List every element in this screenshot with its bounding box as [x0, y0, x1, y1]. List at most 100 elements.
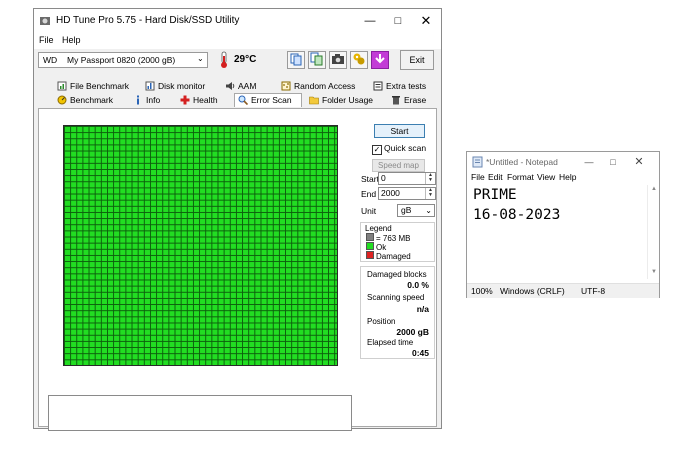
toolbar: WD My Passport 0820 (2000 gB) ⌄ 29°C Exi… [34, 49, 441, 77]
tab-extra-tests[interactable]: Extra tests [370, 80, 436, 93]
notepad-text-area[interactable]: PRIME 16-08-2023 [473, 185, 647, 279]
spinner-arrows-icon[interactable]: ▲ ▼ [425, 173, 435, 184]
drive-name: My Passport 0820 (2000 gB) [67, 55, 176, 65]
notepad-status-bar: 100% Windows (CRLF) UTF-8 [467, 283, 659, 298]
start-field-label: Start [361, 174, 379, 184]
scanning-speed-value: n/a [416, 304, 429, 314]
notepad-maximize-button[interactable]: □ [601, 152, 625, 172]
hdtune-window: HD Tune Pro 5.75 - Hard Disk/SSD Utility… [33, 8, 442, 431]
info-icon [137, 95, 139, 105]
notepad-app-icon [472, 156, 483, 168]
start-button[interactable]: Start [374, 124, 425, 138]
scanning-speed-label: Scanning speed [367, 293, 425, 302]
spinner-arrows-icon[interactable]: ▲ ▼ [425, 188, 435, 199]
zoom-level: 100% [471, 286, 493, 296]
drive-select[interactable]: WD My Passport 0820 (2000 gB) ⌄ [38, 52, 208, 68]
notepad-menu-help[interactable]: Help [559, 172, 576, 182]
unit-label: Unit [361, 206, 377, 216]
tab-error-scan[interactable]: Error Scan [234, 93, 302, 107]
magnifier-icon [238, 95, 248, 105]
hdtune-app-icon [40, 17, 50, 25]
end-field[interactable]: 2000 ▲ ▼ [378, 187, 436, 200]
quick-scan-checkbox[interactable]: ✓ Quick scan [372, 143, 426, 155]
extra-tests-icon [373, 81, 383, 91]
notepad-close-button[interactable]: ✕ [627, 152, 651, 172]
temperature-value: 29°C [234, 54, 257, 65]
camera-icon [332, 54, 344, 64]
tab-file-benchmark[interactable]: File Benchmark [54, 80, 138, 93]
elapsed-time-value: 0:45 [411, 348, 429, 358]
random-access-icon [281, 81, 291, 91]
menu-file[interactable]: File [39, 35, 54, 45]
notepad-menu-bar: File Edit Format View Help [467, 172, 659, 185]
end-field-label: End [361, 189, 377, 199]
tab-erase[interactable]: Erase [388, 94, 436, 107]
chevron-down-icon: ⌄ [197, 54, 204, 63]
copy-all-button[interactable] [308, 51, 326, 69]
line-ending: Windows (CRLF) [500, 286, 565, 296]
chevron-down-icon: ⌄ [425, 206, 432, 215]
start-field[interactable]: 0 ▲ ▼ [378, 172, 436, 185]
disk-monitor-icon [145, 81, 155, 91]
folder-icon [309, 96, 319, 105]
unit-select[interactable]: gB ⌄ [397, 204, 435, 217]
options-button[interactable] [350, 51, 368, 69]
notepad-title-bar[interactable]: *Untitled - Notepad — □ ✕ [467, 152, 659, 172]
block-map-grid [63, 125, 338, 366]
damaged-blocks-value: 0.0 % [407, 280, 429, 290]
notepad-minimize-button[interactable]: — [577, 152, 601, 172]
exit-button[interactable]: Exit [400, 50, 434, 70]
tab-aam[interactable]: AAM [222, 80, 272, 93]
benchmark-icon [57, 95, 67, 105]
maximize-button[interactable]: □ [384, 9, 412, 33]
tab-benchmark[interactable]: Benchmark [54, 94, 128, 107]
gears-icon [353, 53, 365, 65]
speed-map-button: Speed map [372, 159, 425, 172]
scroll-down-icon[interactable]: ▼ [651, 269, 657, 275]
notepad-menu-edit[interactable]: Edit [488, 172, 503, 182]
text-line: PRIME [473, 187, 517, 203]
legend-item-damaged: Damaged [366, 251, 411, 261]
copy-info-button[interactable] [287, 51, 305, 69]
notepad-menu-format[interactable]: Format [507, 172, 534, 182]
damaged-blocks-label: Damaged blocks [367, 270, 427, 279]
copy-icon [290, 53, 302, 66]
stats-group: Damaged blocks 0.0 % Scanning speed n/a … [360, 266, 435, 359]
screenshot-button[interactable] [329, 51, 347, 69]
trash-icon [392, 96, 400, 105]
scan-log [48, 395, 352, 431]
notepad-title: *Untitled - Notepad [486, 157, 558, 167]
tab-random-access[interactable]: Random Access [278, 80, 360, 93]
file-benchmark-icon [57, 81, 67, 91]
copy-all-icon [310, 52, 323, 66]
notepad-scrollbar[interactable]: ▲ ▼ [647, 185, 659, 279]
notepad-menu-view[interactable]: View [537, 172, 555, 182]
checkmark-icon: ✓ [372, 145, 382, 155]
legend-group: Legend = 763 MB Ok Damaged [360, 222, 435, 262]
minimize-button[interactable]: — [356, 9, 384, 33]
tab-info[interactable]: Info [130, 94, 174, 107]
scroll-up-icon[interactable]: ▲ [651, 186, 657, 192]
notepad-window: *Untitled - Notepad — □ ✕ File Edit Form… [466, 151, 660, 298]
close-button[interactable]: ✕ [412, 9, 440, 33]
thermometer-icon [221, 51, 227, 68]
download-arrow-icon [375, 54, 385, 64]
text-line: 16-08-2023 [473, 207, 561, 223]
position-label: Position [367, 317, 396, 326]
health-cross-icon [180, 95, 190, 105]
speaker-icon [226, 82, 235, 90]
elapsed-time-label: Elapsed time [367, 338, 414, 347]
window-title: HD Tune Pro 5.75 - Hard Disk/SSD Utility [56, 15, 240, 26]
legend-title: Legend [365, 224, 392, 233]
position-value: 2000 gB [396, 327, 429, 337]
tab-folder-usage[interactable]: Folder Usage [306, 94, 384, 107]
title-bar[interactable]: HD Tune Pro 5.75 - Hard Disk/SSD Utility… [34, 9, 441, 33]
menu-help[interactable]: Help [62, 35, 81, 45]
save-button[interactable] [371, 51, 389, 69]
encoding: UTF-8 [581, 286, 606, 296]
drive-prefix: WD [43, 55, 58, 65]
notepad-menu-file[interactable]: File [471, 172, 485, 182]
tab-health[interactable]: Health [177, 94, 231, 107]
menu-bar: File Help [34, 33, 441, 49]
tab-disk-monitor[interactable]: Disk monitor [142, 80, 218, 93]
